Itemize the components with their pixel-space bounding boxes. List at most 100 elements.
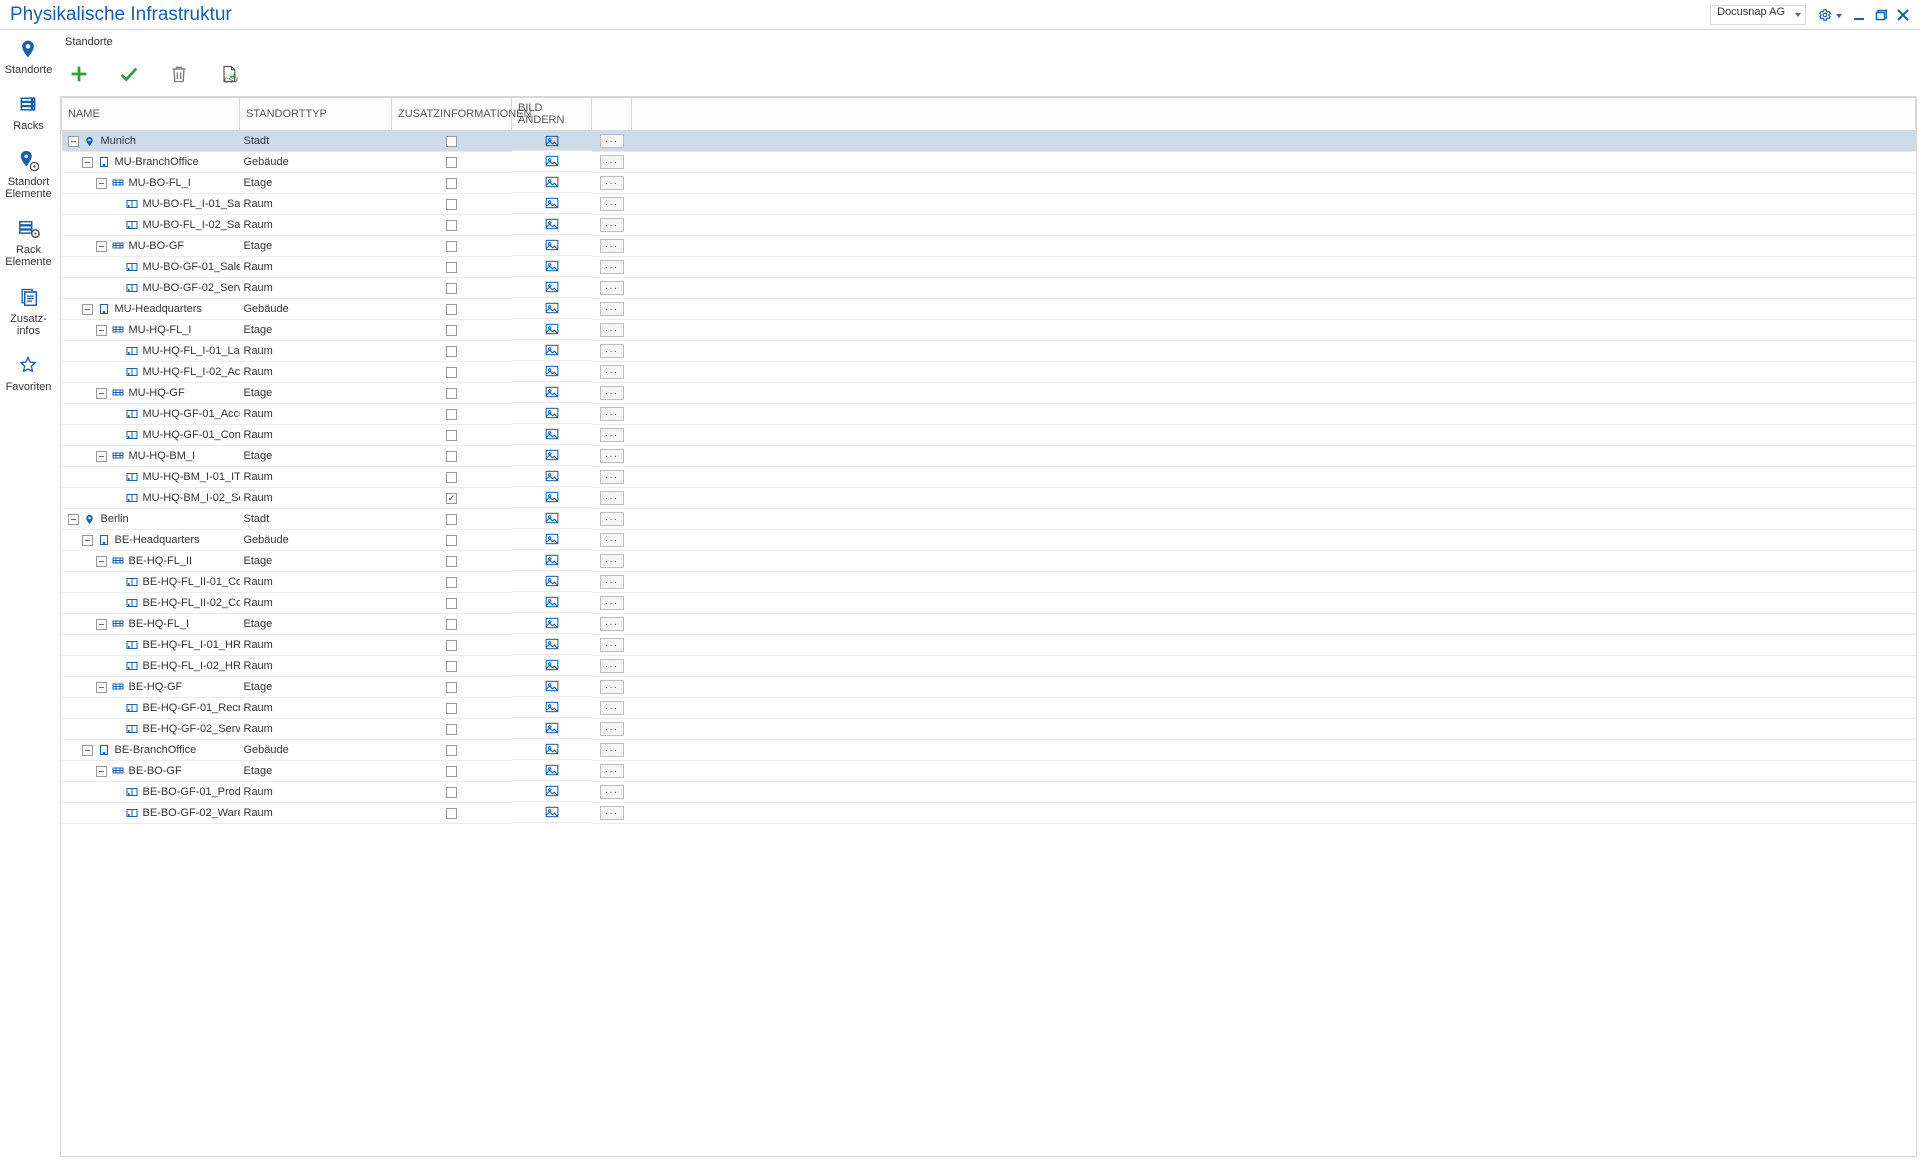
tree-toggle[interactable] bbox=[82, 745, 93, 756]
change-image-button[interactable] bbox=[512, 362, 592, 382]
extra-info-checkbox[interactable] bbox=[446, 514, 457, 525]
table-row[interactable]: BE-BO-GFEtage··· bbox=[62, 761, 1916, 782]
change-image-button[interactable] bbox=[512, 551, 592, 571]
extra-info-checkbox[interactable] bbox=[446, 640, 457, 651]
extra-info-checkbox[interactable] bbox=[446, 178, 457, 189]
nav-item-zusatz-infos[interactable]: Zusatz-infos bbox=[0, 287, 57, 337]
extra-info-checkbox[interactable] bbox=[446, 745, 457, 756]
tree-toggle[interactable] bbox=[82, 304, 93, 315]
change-image-button[interactable] bbox=[512, 593, 592, 613]
change-image-button[interactable] bbox=[512, 761, 592, 781]
row-more-button[interactable]: ··· bbox=[600, 575, 624, 589]
tree-toggle[interactable] bbox=[96, 178, 107, 189]
change-image-button[interactable] bbox=[512, 215, 592, 235]
row-more-button[interactable]: ··· bbox=[600, 722, 624, 736]
extra-info-checkbox[interactable] bbox=[446, 661, 457, 672]
extra-info-checkbox[interactable] bbox=[446, 766, 457, 777]
row-more-button[interactable]: ··· bbox=[600, 323, 624, 337]
extra-info-checkbox[interactable] bbox=[446, 619, 457, 630]
close-icon[interactable] bbox=[1894, 6, 1912, 24]
extra-info-checkbox[interactable] bbox=[446, 787, 457, 798]
change-image-button[interactable] bbox=[512, 803, 592, 823]
extra-info-checkbox[interactable] bbox=[446, 241, 457, 252]
table-row[interactable]: MU-BO-FL_I-01_SalesRaum··· bbox=[62, 194, 1916, 215]
table-row[interactable]: MunichStadt··· bbox=[62, 131, 1916, 152]
row-more-button[interactable]: ··· bbox=[600, 449, 624, 463]
tree-toggle[interactable] bbox=[96, 241, 107, 252]
nav-item-standort-elemente[interactable]: StandortElemente bbox=[0, 150, 57, 200]
table-row[interactable]: BE-BranchOfficeGebäude··· bbox=[62, 740, 1916, 761]
row-more-button[interactable]: ··· bbox=[600, 470, 624, 484]
row-more-button[interactable]: ··· bbox=[600, 386, 624, 400]
row-more-button[interactable]: ··· bbox=[600, 659, 624, 673]
extra-info-checkbox[interactable] bbox=[446, 367, 457, 378]
table-row[interactable]: BE-HQ-GF-02_ServerRoomRaum··· bbox=[62, 719, 1916, 740]
table-row[interactable]: MU-HQ-FL_I-02_Accoun...Raum··· bbox=[62, 362, 1916, 383]
row-more-button[interactable]: ··· bbox=[600, 638, 624, 652]
extra-info-checkbox[interactable] bbox=[446, 409, 457, 420]
change-image-button[interactable] bbox=[512, 719, 592, 739]
extra-info-checkbox[interactable] bbox=[446, 556, 457, 567]
extra-info-checkbox[interactable] bbox=[446, 682, 457, 693]
row-more-button[interactable]: ··· bbox=[600, 302, 624, 316]
col-type[interactable]: Standorttyp bbox=[240, 98, 392, 131]
nav-item-racks[interactable]: Racks bbox=[0, 94, 57, 132]
change-image-button[interactable] bbox=[512, 530, 592, 550]
export-csv-button[interactable]: csv bbox=[217, 62, 241, 86]
table-row[interactable]: BE-BO-GF-02_WarehouseRaum··· bbox=[62, 803, 1916, 824]
row-more-button[interactable]: ··· bbox=[600, 701, 624, 715]
change-image-button[interactable] bbox=[512, 782, 592, 802]
row-more-button[interactable]: ··· bbox=[600, 596, 624, 610]
table-row[interactable]: MU-BO-GF-01_SalesRaum··· bbox=[62, 257, 1916, 278]
row-more-button[interactable]: ··· bbox=[600, 806, 624, 820]
table-row[interactable]: MU-BranchOfficeGebäude··· bbox=[62, 152, 1916, 173]
extra-info-checkbox[interactable] bbox=[446, 493, 457, 504]
nav-item-favoriten[interactable]: Favoriten bbox=[0, 355, 57, 393]
tree-toggle[interactable] bbox=[96, 766, 107, 777]
extra-info-checkbox[interactable] bbox=[446, 346, 457, 357]
maximize-icon[interactable] bbox=[1872, 6, 1890, 24]
minimize-icon[interactable] bbox=[1850, 6, 1868, 24]
row-more-button[interactable]: ··· bbox=[600, 533, 624, 547]
change-image-button[interactable] bbox=[512, 425, 592, 445]
tree-toggle[interactable] bbox=[68, 514, 79, 525]
change-image-button[interactable] bbox=[512, 467, 592, 487]
table-row[interactable]: BE-HQ-FL_IIEtage··· bbox=[62, 551, 1916, 572]
row-more-button[interactable]: ··· bbox=[600, 680, 624, 694]
table-row[interactable]: MU-HQ-BM_I-02_Server...Raum··· bbox=[62, 488, 1916, 509]
table-row[interactable]: BE-HeadquartersGebäude··· bbox=[62, 530, 1916, 551]
change-image-button[interactable] bbox=[512, 236, 592, 256]
settings-dropdown-icon[interactable] bbox=[1836, 9, 1844, 21]
extra-info-checkbox[interactable] bbox=[446, 325, 457, 336]
table-row[interactable]: MU-BO-GF-02_ServerRo...Raum··· bbox=[62, 278, 1916, 299]
table-row[interactable]: BerlinStadt··· bbox=[62, 509, 1916, 530]
change-image-button[interactable] bbox=[512, 677, 592, 697]
table-row[interactable]: BE-HQ-FL_I-01_HRRaum··· bbox=[62, 635, 1916, 656]
table-row[interactable]: MU-HQ-BM_IEtage··· bbox=[62, 446, 1916, 467]
tree-toggle[interactable] bbox=[96, 325, 107, 336]
tree-toggle[interactable] bbox=[82, 535, 93, 546]
change-image-button[interactable] bbox=[512, 320, 592, 340]
extra-info-checkbox[interactable] bbox=[446, 598, 457, 609]
change-image-button[interactable] bbox=[512, 698, 592, 718]
row-more-button[interactable]: ··· bbox=[600, 260, 624, 274]
col-name[interactable]: Name bbox=[62, 98, 240, 131]
table-row[interactable]: MU-HQ-BM_I-01_ITRaum··· bbox=[62, 467, 1916, 488]
table-row[interactable]: MU-BO-GFEtage··· bbox=[62, 236, 1916, 257]
change-image-button[interactable] bbox=[512, 572, 592, 592]
row-more-button[interactable]: ··· bbox=[600, 743, 624, 757]
extra-info-checkbox[interactable] bbox=[446, 262, 457, 273]
change-image-button[interactable] bbox=[512, 257, 592, 277]
change-image-button[interactable] bbox=[512, 740, 592, 760]
row-more-button[interactable]: ··· bbox=[600, 785, 624, 799]
extra-info-checkbox[interactable] bbox=[446, 283, 457, 294]
extra-info-checkbox[interactable] bbox=[446, 808, 457, 819]
extra-info-checkbox[interactable] bbox=[446, 430, 457, 441]
row-more-button[interactable]: ··· bbox=[600, 176, 624, 190]
extra-info-checkbox[interactable] bbox=[446, 703, 457, 714]
row-more-button[interactable]: ··· bbox=[600, 134, 624, 148]
table-row[interactable]: MU-HQ-FL_IEtage··· bbox=[62, 320, 1916, 341]
row-more-button[interactable]: ··· bbox=[600, 281, 624, 295]
change-image-button[interactable] bbox=[512, 152, 592, 172]
row-more-button[interactable]: ··· bbox=[600, 554, 624, 568]
